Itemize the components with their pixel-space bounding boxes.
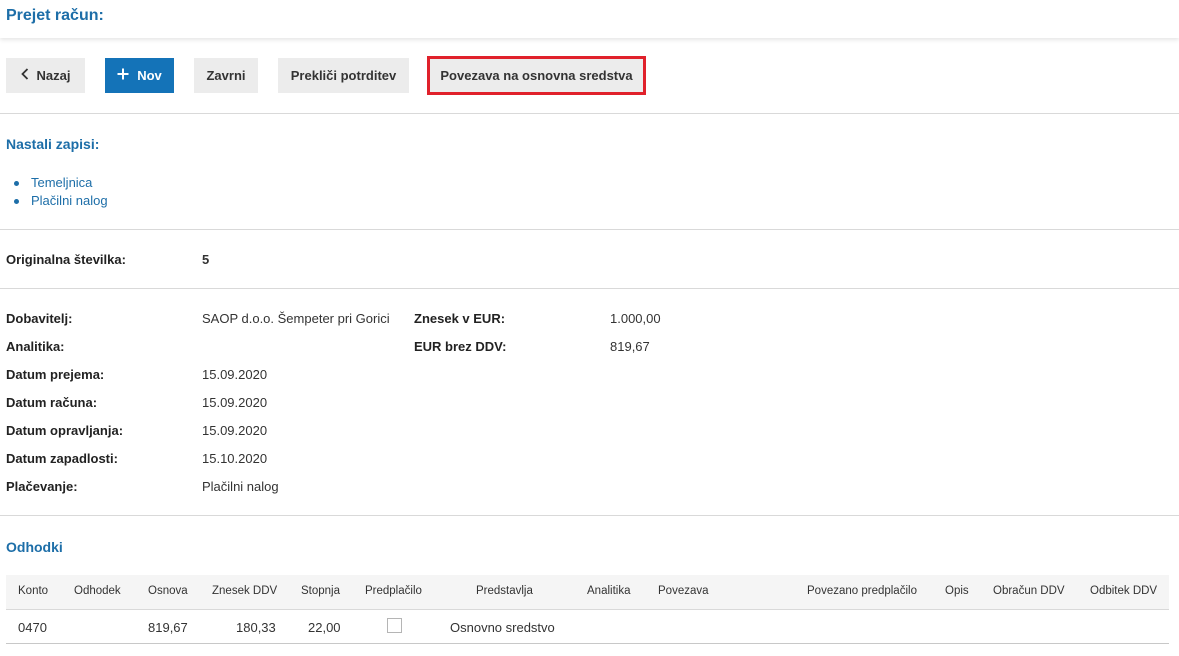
supplier-label: Dobavitelj: xyxy=(6,311,73,326)
prepayment-checkbox[interactable] xyxy=(387,618,402,633)
expenses-title: Odhodki xyxy=(6,539,63,555)
column-header[interactable]: Odbitek DDV xyxy=(1090,585,1157,597)
finish-button[interactable]: Zavrni xyxy=(194,58,258,93)
divider xyxy=(0,515,1179,516)
invoice-date-label: Datum računa: xyxy=(6,395,98,410)
column-header[interactable]: Stopnja xyxy=(301,585,340,597)
table-header: Konto Odhodek Osnova Znesek DDV Stopnja … xyxy=(6,575,1169,610)
supplier-value: SAOP d.o.o. Šempeter pri Gorici xyxy=(202,311,390,326)
divider xyxy=(0,288,1179,289)
cell-znesek-ddv: 180,33 xyxy=(236,620,276,635)
cell-konto: 0470 xyxy=(18,620,47,635)
new-button-label: Nov xyxy=(137,68,162,83)
invoice-date-value: 15.09.2020 xyxy=(202,395,268,410)
payment-label: Plačevanje: xyxy=(6,479,78,494)
divider xyxy=(0,229,1179,230)
column-header[interactable]: Osnova xyxy=(148,585,188,597)
records-list: Temeljnica Plačilni nalog xyxy=(12,174,108,210)
page-header: Prejet račun: xyxy=(0,0,1179,38)
back-button-label: Nazaj xyxy=(36,68,71,83)
service-date-label: Datum opravljanja: xyxy=(6,423,124,438)
received-date-value: 15.09.2020 xyxy=(202,367,268,382)
column-header[interactable]: Konto xyxy=(18,585,48,597)
column-header[interactable]: Povezano predplačilo xyxy=(807,585,917,597)
page-title: Prejet račun: xyxy=(6,7,104,24)
column-header[interactable]: Opis xyxy=(945,585,969,597)
table-row[interactable]: 0470 819,67 180,33 22,00 Osnovno sredstv… xyxy=(6,610,1169,644)
column-header[interactable]: Znesek DDV xyxy=(212,585,277,597)
records-title: Nastali zapisi: xyxy=(6,136,100,152)
amount-value: 1.000,00 xyxy=(610,311,661,326)
chevron-left-icon xyxy=(20,68,29,83)
cancel-confirmation-button[interactable]: Prekliči potrditev xyxy=(278,58,409,93)
column-header[interactable]: Predplačilo xyxy=(365,585,422,597)
due-date-label: Datum zapadlosti: xyxy=(6,451,118,466)
net-amount-value: 819,67 xyxy=(610,339,650,354)
back-button[interactable]: Nazaj xyxy=(6,58,85,93)
amount-label: Znesek v EUR: xyxy=(414,311,506,326)
cell-osnova: 819,67 xyxy=(148,620,188,635)
plus-icon xyxy=(117,68,129,83)
cell-predstavlja: Osnovno sredstvo xyxy=(450,620,555,635)
analytics-label: Analitika: xyxy=(6,339,65,354)
new-button[interactable]: Nov xyxy=(105,58,174,93)
net-amount-label: EUR brez DDV: xyxy=(414,339,507,354)
column-header[interactable]: Predstavlja xyxy=(476,585,533,597)
original-number-label: Originalna številka: xyxy=(6,252,126,267)
toolbar: Nazaj Nov Zavrni Prekliči potrditev Pove… xyxy=(0,56,1179,95)
link-fixed-assets-button[interactable]: Povezava na osnovna sredstva xyxy=(427,56,646,95)
cell-stopnja: 22,00 xyxy=(308,620,341,635)
payment-value: Plačilni nalog xyxy=(202,479,279,494)
record-link-placilni-nalog[interactable]: Plačilni nalog xyxy=(12,192,108,210)
column-header[interactable]: Obračun DDV xyxy=(993,585,1065,597)
column-header[interactable]: Odhodek xyxy=(74,585,121,597)
original-number-value: 5 xyxy=(202,252,210,267)
divider xyxy=(0,113,1179,114)
column-header[interactable]: Analitika xyxy=(587,585,630,597)
due-date-value: 15.10.2020 xyxy=(202,451,268,466)
record-link-temeljnica[interactable]: Temeljnica xyxy=(12,174,108,192)
service-date-value: 15.09.2020 xyxy=(202,423,268,438)
received-date-label: Datum prejema: xyxy=(6,367,105,382)
column-header[interactable]: Povezava xyxy=(658,585,709,597)
